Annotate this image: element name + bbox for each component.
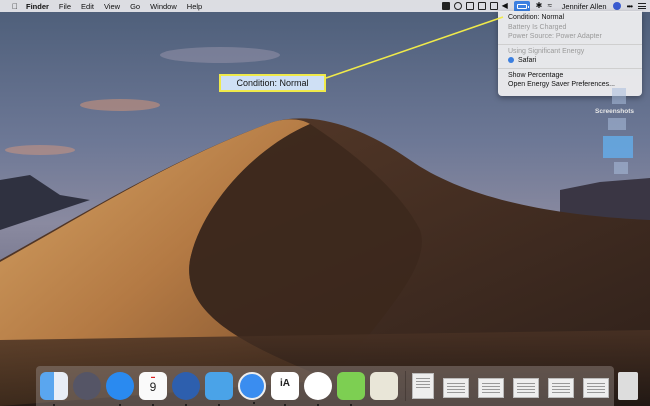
safari-icon[interactable] [238, 372, 266, 404]
document-preview-lines [517, 383, 535, 395]
ia-writer-label: iA [280, 378, 290, 389]
dock-separator [405, 371, 406, 401]
dock-document-3[interactable] [478, 378, 504, 398]
thunderbird-icon[interactable] [172, 372, 200, 406]
running-indicator [253, 402, 255, 404]
dock: ▬ 9 iA [36, 366, 638, 406]
callout-pointer-line [325, 16, 504, 79]
calendar-month-strip: ▬ [151, 374, 155, 379]
document-preview-lines [587, 383, 605, 395]
dock-document-2[interactable] [443, 378, 469, 398]
launchpad-icon[interactable] [73, 372, 101, 400]
document-preview-lines [416, 378, 430, 390]
document-preview-lines [447, 383, 465, 395]
document-preview-lines [482, 383, 500, 395]
desktop-file-icon[interactable] [603, 136, 633, 158]
dock-document-1[interactable] [412, 373, 434, 399]
calendar-day: 9 [149, 380, 157, 394]
screenshots-folder-thumb-2[interactable] [608, 118, 626, 130]
screenshots-folder-thumb-1[interactable] [612, 88, 626, 104]
notes-icon[interactable] [370, 372, 398, 400]
dock-document-5[interactable] [548, 378, 574, 398]
finder-icon[interactable] [40, 372, 68, 406]
dock-document-6[interactable] [583, 378, 609, 398]
desktop-folder-label[interactable]: Screenshots [595, 108, 634, 115]
dock-document-4[interactable] [513, 378, 539, 398]
trash-icon[interactable] [618, 372, 638, 400]
callout-label: Condition: Normal [219, 74, 326, 92]
app-store-icon[interactable] [106, 372, 134, 406]
desktop-file-icon-2[interactable] [614, 162, 628, 174]
document-preview-lines [552, 383, 570, 395]
slack-icon[interactable] [304, 372, 332, 406]
tweetbot-icon[interactable] [205, 372, 233, 406]
calendar-icon[interactable]: ▬ 9 [139, 372, 167, 406]
ia-writer-icon[interactable]: iA [271, 372, 299, 406]
kite-icon[interactable] [337, 372, 365, 406]
